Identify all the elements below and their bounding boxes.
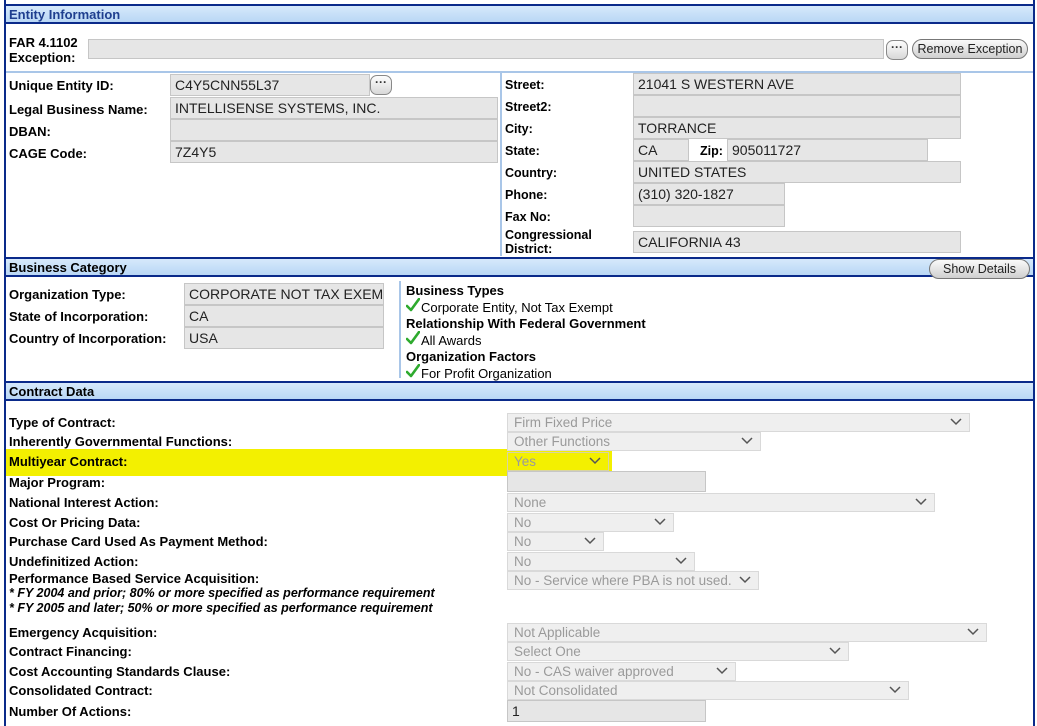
zip-field[interactable]: 905011727 [727, 139, 928, 161]
column-divider [399, 281, 401, 378]
contract-financing-label: Contract Financing: [9, 644, 132, 659]
entity-lookup-button[interactable]: ··· [370, 75, 392, 95]
street-label: Street: [505, 78, 545, 92]
fax-field[interactable] [633, 205, 785, 227]
entity-information-header: Entity Information [6, 4, 1033, 24]
congressional-district-field[interactable]: CALIFORNIA 43 [633, 231, 961, 253]
legal-business-name-field[interactable]: INTELLISENSE SYSTEMS, INC. [170, 97, 498, 119]
business-types-heading: Business Types [406, 283, 505, 298]
consolidated-contract-label: Consolidated Contract: [9, 683, 153, 698]
multiyear-contract-select[interactable]: Yes [507, 452, 609, 471]
state-of-incorporation-field[interactable]: CA [184, 305, 384, 327]
relationship-heading: Relationship With Federal Government [406, 316, 646, 331]
fax-label: Fax No: [505, 210, 551, 224]
consolidated-contract-select[interactable]: Not Consolidated [507, 681, 909, 700]
column-divider [500, 73, 502, 256]
emergency-acquisition-select[interactable]: Not Applicable [507, 623, 987, 642]
business-category-header: Business Category [6, 257, 1033, 277]
phone-label: Phone: [505, 188, 548, 202]
zip-label: Zip: [700, 144, 723, 158]
number-of-actions-field[interactable]: 1 [507, 700, 706, 722]
street2-field[interactable] [633, 95, 961, 117]
contract-financing-select[interactable]: Select One [507, 642, 849, 661]
more-icon: ··· [375, 75, 387, 89]
chevron-down-icon [741, 437, 753, 445]
dban-field[interactable] [170, 119, 498, 141]
city-label: City: [505, 122, 533, 136]
type-of-contract-select[interactable]: Firm Fixed Price [507, 413, 970, 432]
cost-accounting-standards-select[interactable]: No - CAS waiver approved [507, 662, 736, 681]
pba-note-1: * FY 2004 and prior; 80% or more specifi… [9, 586, 435, 600]
checkmark-icon [406, 364, 420, 378]
remove-exception-button[interactable]: Remove Exception [912, 39, 1028, 59]
cost-accounting-standards-label: Cost Accounting Standards Clause: [9, 664, 231, 679]
business-type-item: Corporate Entity, Not Tax Exempt [421, 300, 613, 315]
country-of-incorporation-label: Country of Incorporation: [9, 331, 167, 346]
congressional-district-label-1: Congressional [505, 228, 592, 242]
chevron-down-icon [915, 498, 927, 506]
inherently-governmental-functions-label: Inherently Governmental Functions: [9, 434, 233, 449]
organization-factors-heading: Organization Factors [406, 349, 537, 364]
national-interest-action-select[interactable]: None [507, 493, 935, 512]
major-program-label: Major Program: [9, 475, 106, 490]
organization-factor-item: For Profit Organization [421, 366, 552, 381]
chevron-down-icon [967, 628, 979, 636]
chevron-down-icon [739, 576, 751, 584]
far-exception-lookup-button[interactable]: ··· [886, 40, 908, 60]
major-program-field[interactable] [507, 471, 706, 492]
chevron-down-icon [589, 457, 601, 465]
unique-entity-id-label: Unique Entity ID: [9, 78, 114, 93]
street2-label: Street2: [505, 100, 552, 114]
far-exception-label-2: Exception: [9, 50, 76, 65]
undefinitized-action-label: Undefinitized Action: [9, 554, 139, 569]
type-of-contract-label: Type of Contract: [9, 415, 116, 430]
organization-type-label: Organization Type: [9, 287, 126, 302]
state-label: State: [505, 144, 540, 158]
cage-code-field[interactable]: 7Z4Y5 [170, 141, 498, 163]
far-exception-label-1: FAR 4.1102 [9, 35, 78, 50]
congressional-district-label-2: District: [505, 242, 553, 256]
national-interest-action-label: National Interest Action: [9, 495, 159, 510]
legal-business-name-label: Legal Business Name: [9, 102, 148, 117]
chevron-down-icon [889, 686, 901, 694]
more-icon: ··· [891, 40, 903, 54]
contract-data-header: Contract Data [6, 381, 1033, 401]
chevron-down-icon [654, 518, 666, 526]
cost-or-pricing-data-label: Cost Or Pricing Data: [9, 515, 141, 530]
state-of-incorporation-label: State of Incorporation: [9, 309, 149, 324]
multiyear-contract-label: Multiyear Contract: [9, 454, 128, 469]
country-of-incorporation-field[interactable]: USA [184, 327, 384, 349]
chevron-down-icon [829, 647, 841, 655]
unique-entity-id-field[interactable]: C4Y5CNN55L37 [170, 74, 370, 96]
chevron-down-icon [584, 537, 596, 545]
checkmark-icon [406, 331, 420, 345]
relationship-item: All Awards [421, 333, 482, 348]
dban-label: DBAN: [9, 124, 51, 139]
chevron-down-icon [716, 667, 728, 675]
emergency-acquisition-label: Emergency Acquisition: [9, 625, 158, 640]
inherently-governmental-functions-select[interactable]: Other Functions [507, 432, 761, 451]
contract-form: Entity Information FAR 4.1102 Exception:… [4, 0, 1035, 726]
performance-based-service-acquisition-select[interactable]: No - Service where PBA is not used. [507, 571, 759, 590]
performance-based-service-acquisition-label: Performance Based Service Acquisition: [9, 571, 260, 586]
show-details-button[interactable]: Show Details [929, 259, 1030, 279]
pba-note-2: * FY 2005 and later; 50% or more specifi… [9, 601, 433, 615]
organization-type-field[interactable]: CORPORATE NOT TAX EXEMPT [184, 283, 384, 305]
number-of-actions-label: Number Of Actions: [9, 704, 132, 719]
state-field[interactable]: CA [633, 139, 689, 161]
undefinitized-action-select[interactable]: No [507, 552, 695, 571]
city-field[interactable]: TORRANCE [633, 117, 961, 139]
checkmark-icon [406, 298, 420, 312]
phone-field[interactable]: (310) 320-1827 [633, 183, 785, 205]
country-label: Country: [505, 166, 558, 180]
far-exception-field[interactable] [88, 39, 884, 59]
purchase-card-select[interactable]: No [507, 532, 604, 551]
chevron-down-icon [675, 557, 687, 565]
cage-code-label: CAGE Code: [9, 146, 87, 161]
street-field[interactable]: 21041 S WESTERN AVE [633, 73, 961, 95]
purchase-card-label: Purchase Card Used As Payment Method: [9, 534, 268, 549]
cost-or-pricing-data-select[interactable]: No [507, 513, 674, 532]
country-field[interactable]: UNITED STATES [633, 161, 961, 183]
chevron-down-icon [950, 418, 962, 426]
